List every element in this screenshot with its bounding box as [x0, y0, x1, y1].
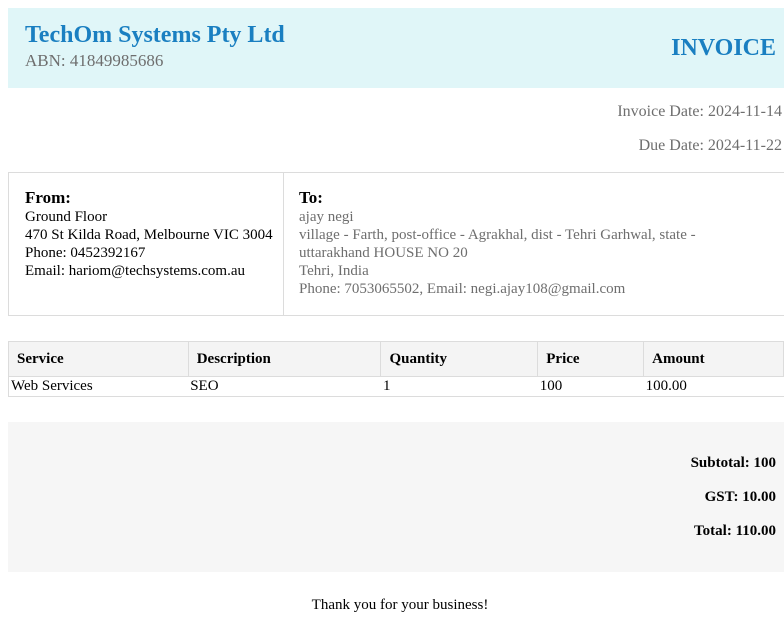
table-header-row: Service Description Quantity Price Amoun… [8, 341, 784, 377]
cell-price: 100 [537, 376, 644, 397]
table-row: Web Services SEO 1 100 100.00 [8, 376, 784, 397]
to-contact: Phone: 7053065502, Email: negi.ajay108@g… [299, 281, 626, 297]
thank-you-note: Thank you for your business! [311, 597, 489, 613]
column-header-amount: Amount [643, 341, 784, 377]
column-header-quantity: Quantity [380, 341, 539, 377]
gst-amount: GST: 10.00 [704, 489, 776, 505]
from-address: From: Ground Floor 470 St Kilda Road, Me… [25, 189, 275, 280]
line-items-table: Service Description Quantity Price Amoun… [8, 341, 784, 397]
invoice-title: INVOICE [671, 35, 776, 61]
company-abn: ABN: 41849985686 [25, 51, 164, 70]
due-date: Due Date: 2024-11-22 [638, 137, 782, 154]
cell-service: Web Services [8, 376, 189, 397]
address-divider [283, 173, 284, 315]
to-name: ajay negi [299, 209, 354, 225]
column-header-description: Description [187, 341, 382, 377]
invoice-header: TechOm Systems Pty Ltd ABN: 41849985686 … [8, 8, 784, 88]
to-city: Tehri, India [299, 263, 369, 279]
from-line-1: Ground Floor [25, 209, 108, 225]
cell-amount: 100.00 [643, 376, 784, 397]
from-email: Email: hariom@techsystems.com.au [25, 263, 246, 279]
subtotal: Subtotal: 100 [690, 455, 776, 471]
cell-quantity: 1 [380, 376, 538, 397]
from-phone: Phone: 0452392167 [25, 245, 146, 261]
company-name: TechOm Systems Pty Ltd [25, 22, 285, 48]
from-heading: From: [25, 188, 71, 207]
address-section: From: Ground Floor 470 St Kilda Road, Me… [8, 172, 784, 316]
invoice-date: Invoice Date: 2024-11-14 [617, 103, 782, 120]
from-line-2: 470 St Kilda Road, Melbourne VIC 3004 [25, 227, 273, 243]
to-address: To: ajay negi village - Farth, post-offi… [299, 189, 769, 298]
to-street-address: village - Farth, post-office - Agrakhal,… [299, 227, 696, 261]
column-header-service: Service [8, 341, 189, 377]
grand-total: Total: 110.00 [694, 523, 776, 539]
to-heading: To: [299, 188, 323, 207]
totals-section: Subtotal: 100 GST: 10.00 Total: 110.00 [8, 422, 784, 572]
cell-description: SEO [188, 376, 381, 397]
column-header-price: Price [537, 341, 645, 377]
